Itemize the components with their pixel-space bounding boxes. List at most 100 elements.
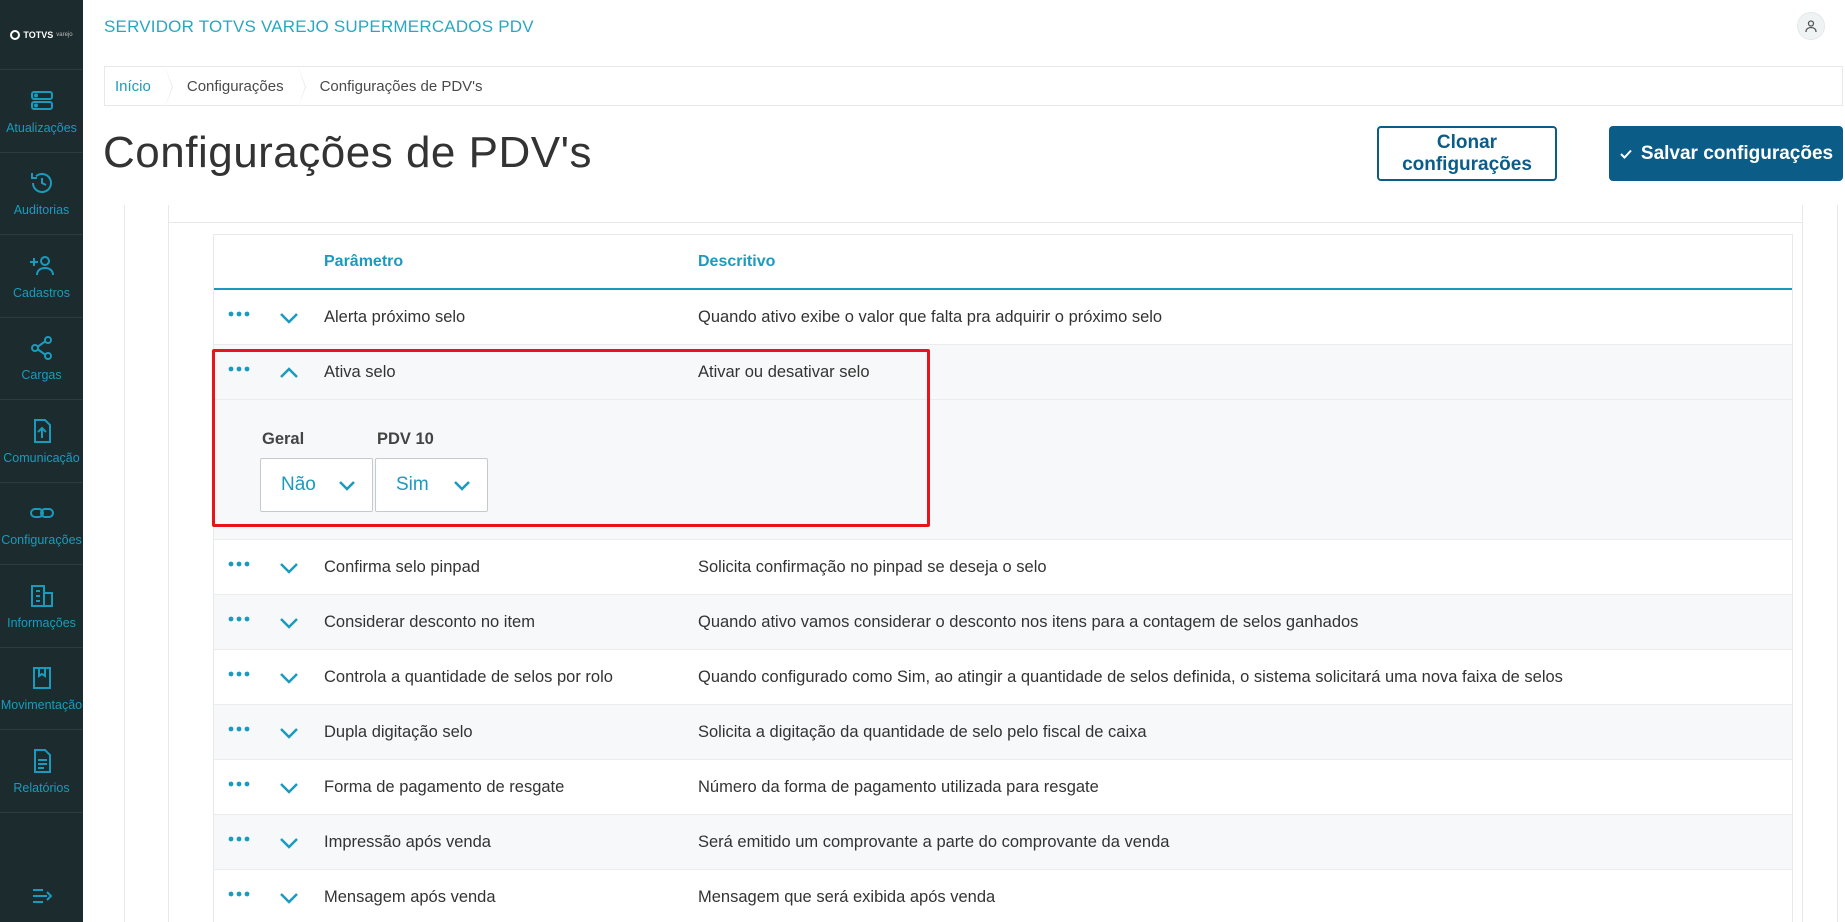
sidebar-item-cadastros[interactable]: Cadastros (0, 235, 83, 318)
row-parameter: Ativa selo (324, 362, 396, 381)
geral-select-value: Não (281, 474, 316, 495)
more-dots-icon (228, 836, 250, 842)
collapse-menu-icon (32, 889, 52, 903)
config-panel-header (168, 205, 1803, 223)
sidebar-item-cargas[interactable]: Cargas (0, 318, 83, 400)
chevron-down-icon (280, 618, 298, 629)
logo-circle-icon (10, 29, 21, 40)
save-configurations-button[interactable]: Salvar configurações (1609, 126, 1843, 181)
row-parameter: Mensagem após venda (324, 887, 496, 906)
row-description: Quando ativo vamos considerar o desconto… (698, 612, 1359, 631)
expand-row-button[interactable] (277, 776, 301, 800)
table-row-expanded: Ativa selo Ativar ou desativar selo (214, 345, 1792, 400)
logo-text: TOTVS (23, 29, 54, 40)
building-icon (30, 584, 53, 607)
row-actions-button[interactable] (226, 664, 252, 684)
sidebar-item-label: Configurações (1, 533, 82, 548)
row-parameter: Forma de pagamento de resgate (324, 777, 565, 796)
row-parameter: Alerta próximo selo (324, 307, 466, 326)
user-menu-button[interactable] (1797, 12, 1825, 40)
page-title: Configurações de PDV's (103, 128, 592, 177)
sidebar-item-informacoes[interactable]: Informações (0, 565, 83, 648)
row-parameter: Dupla digitação selo (324, 722, 473, 741)
row-actions-button[interactable] (226, 719, 252, 739)
row-description: Quando ativo exibe o valor que falta pra… (698, 307, 1163, 326)
table-header: Parâmetro Descritivo (214, 235, 1792, 290)
link-icon (29, 508, 54, 519)
book-icon (32, 667, 51, 690)
chevron-down-icon (280, 313, 298, 324)
history-icon (30, 173, 52, 194)
row-actions-button[interactable] (226, 609, 252, 629)
expand-row-button[interactable] (277, 306, 301, 330)
sidebar-item-label: Comunicação (3, 450, 80, 465)
breadcrumb: Início Configurações Configurações de PD… (104, 66, 1843, 107)
clone-configurations-button[interactable]: Clonar configurações (1377, 126, 1557, 181)
expand-row-button[interactable] (277, 611, 301, 635)
server-icon (30, 90, 53, 110)
sidebar-item-label: Cadastros (13, 285, 70, 300)
breadcrumb-current: Configurações de PDV's (319, 77, 483, 95)
pdv-select[interactable]: Sim (375, 458, 488, 512)
table-row: Controla a quantidade de selos por rolo … (214, 650, 1792, 705)
pdv-label: PDV 10 (377, 430, 434, 448)
logo-subtext: varejo (56, 31, 73, 38)
expand-row-button[interactable] (277, 721, 301, 745)
sidebar-item-label: Relatórios (13, 780, 70, 795)
row-actions-button[interactable] (226, 304, 252, 324)
chevron-down-icon (280, 838, 298, 849)
row-actions-button[interactable] (226, 829, 252, 849)
pdv-select-value: Sim (396, 474, 429, 495)
app-title: SERVIDOR TOTVS VAREJO SUPERMERCADOS PDV (104, 17, 534, 36)
row-description: Número da forma de pagamento utilizada p… (698, 777, 1099, 796)
chevron-down-icon (280, 783, 298, 794)
row-parameter: Controla a quantidade de selos por rolo (324, 667, 613, 686)
more-dots-icon (228, 616, 250, 622)
chevron-down-icon (280, 563, 298, 574)
collapse-row-button[interactable] (277, 361, 301, 385)
row-description: Quando configurado como Sim, ao atingir … (698, 667, 1563, 686)
check-icon (1620, 149, 1632, 159)
table-row: Forma de pagamento de resgate Número da … (214, 760, 1792, 815)
expand-row-button[interactable] (277, 666, 301, 690)
share-icon (30, 336, 52, 361)
table-row: Considerar desconto no item Quando ativo… (214, 595, 1792, 650)
row-detail-panel: Geral PDV 10 Não Sim (214, 400, 1792, 540)
add-user-icon (29, 255, 54, 275)
sidebar-item-label: Auditorias (13, 203, 70, 218)
row-description: Será emitido um comprovante a parte do c… (698, 832, 1170, 851)
header-descritivo[interactable]: Descritivo (698, 253, 775, 271)
row-parameter: Considerar desconto no item (324, 612, 535, 631)
sidebar-item-comunicacao[interactable]: Comunicação (0, 400, 83, 483)
sidebar-item-auditorias[interactable]: Auditorias (0, 153, 83, 235)
more-dots-icon (228, 891, 250, 897)
header-parametro[interactable]: Parâmetro (324, 253, 403, 271)
table-row: Confirma selo pinpad Solicita confirmaçã… (214, 540, 1792, 595)
row-actions-button[interactable] (226, 884, 252, 904)
chevron-down-icon (280, 893, 298, 904)
more-dots-icon (228, 781, 250, 787)
user-icon (1805, 20, 1817, 33)
expand-row-button[interactable] (277, 831, 301, 855)
row-description: Solicita a digitação da quantidade de se… (698, 722, 1147, 741)
collapse-sidebar-button[interactable] (0, 884, 83, 908)
sidebar-item-movimentacao[interactable]: Movimentação (0, 648, 83, 730)
expand-row-button[interactable] (277, 886, 301, 910)
sidebar-item-relatorios[interactable]: Relatórios (0, 730, 83, 813)
row-actions-button[interactable] (226, 359, 252, 379)
breadcrumb-inicio[interactable]: Início (105, 67, 173, 107)
more-dots-icon (228, 366, 250, 372)
chevron-down-icon (454, 481, 470, 491)
sidebar: TOTVS varejo Atualizações Auditorias Cad… (0, 0, 83, 922)
chevron-down-icon (280, 728, 298, 739)
sidebar-item-configuracoes[interactable]: Configurações (0, 483, 83, 565)
row-actions-button[interactable] (226, 774, 252, 794)
expand-row-button[interactable] (277, 556, 301, 580)
row-actions-button[interactable] (226, 554, 252, 574)
geral-select[interactable]: Não (260, 458, 373, 512)
more-dots-icon (228, 726, 250, 732)
geral-label: Geral (262, 430, 305, 448)
breadcrumb-configuracoes[interactable]: Configurações (165, 67, 306, 107)
document-icon (33, 748, 51, 773)
sidebar-item-atualizacoes[interactable]: Atualizações (0, 70, 83, 153)
